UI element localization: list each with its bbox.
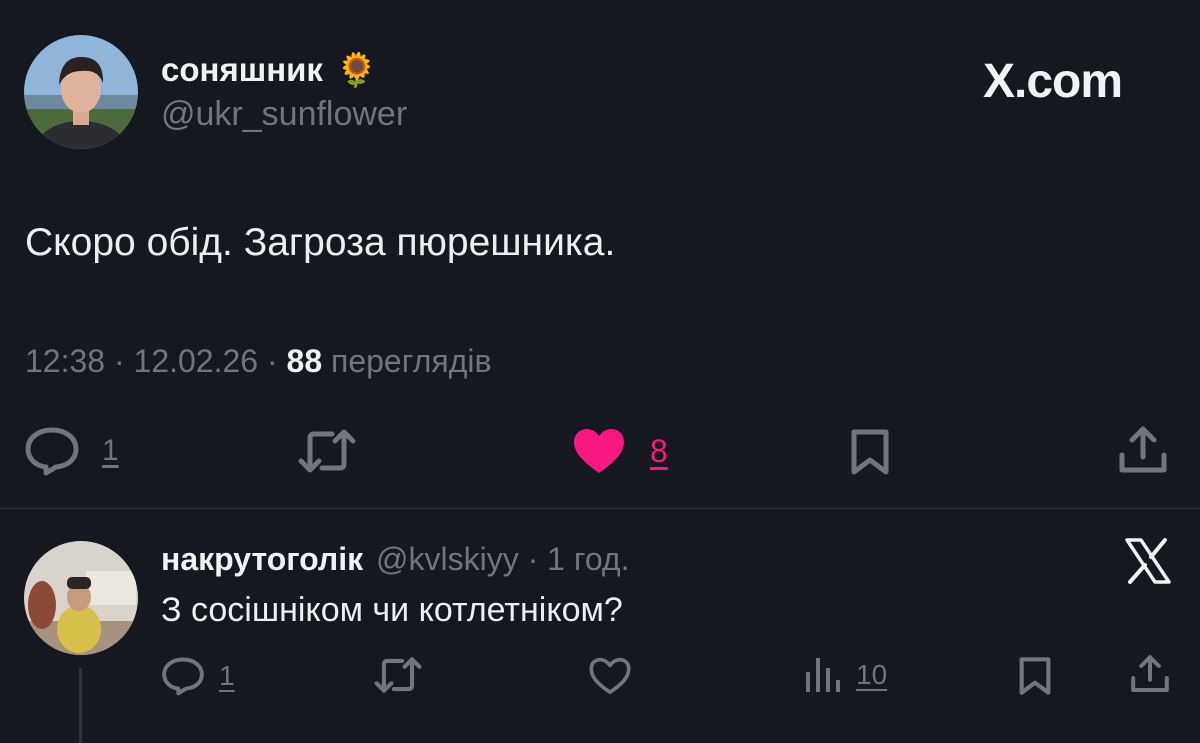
meta-separator: · (266, 343, 278, 379)
reply-button[interactable]: 1 (24, 426, 119, 476)
reply-views-button[interactable]: 10 (804, 656, 887, 694)
share-button[interactable] (1118, 425, 1168, 475)
views-label: переглядів (331, 343, 492, 379)
thread-line (79, 668, 82, 743)
reply-icon (162, 657, 204, 696)
reply-reply-button[interactable]: 1 (161, 656, 235, 696)
reply-time[interactable]: 1 год. (547, 541, 629, 577)
reply-bookmark-button[interactable] (1018, 656, 1052, 696)
meta-separator: · (113, 343, 125, 379)
author-display-name[interactable]: соняшник 🌻 (161, 52, 377, 88)
views-count[interactable]: 88 (287, 343, 323, 379)
close-button[interactable] (1124, 538, 1172, 589)
meta-separator: · (527, 541, 539, 577)
tweet-text: Скоро обід. Загроза пюрешника. (25, 221, 616, 264)
reply-header: накрутоголік @kvlskiyy · 1 год. (161, 539, 629, 579)
reply-reply-count: 1 (219, 660, 235, 691)
like-button[interactable]: 8 (572, 427, 668, 475)
reply-share-button[interactable] (1130, 654, 1170, 694)
analytics-icon (806, 658, 840, 692)
tweet-date[interactable]: 12.02.26 (134, 343, 259, 379)
x-logo-icon (1125, 538, 1171, 584)
tweet-time[interactable]: 12:38 (25, 343, 105, 379)
reply-count: 1 (102, 434, 119, 467)
tweet-meta: 12:38 · 12.02.26 · 88 переглядів (25, 341, 491, 381)
reply-repost-button[interactable] (374, 656, 422, 694)
heart-icon (574, 429, 624, 473)
heart-outline-icon (589, 657, 631, 695)
author-handle[interactable]: @ukr_sunflower (161, 95, 407, 133)
display-name-text: соняшник (161, 51, 323, 88)
author-avatar[interactable] (24, 35, 138, 149)
reply-views-count: 10 (856, 659, 888, 690)
reply-display-name[interactable]: накрутоголік (161, 541, 363, 577)
reply-like-button[interactable] (588, 656, 632, 696)
reply-handle[interactable]: @kvlskiyy (376, 541, 519, 577)
repost-icon (298, 429, 356, 473)
sunflower-emoji-icon: 🌻 (336, 50, 378, 89)
bookmark-icon (1019, 657, 1051, 695)
reply-author-avatar[interactable] (24, 541, 138, 655)
bookmark-button[interactable] (850, 428, 890, 476)
x-logo-text: X.com (983, 54, 1123, 108)
reply-icon (25, 427, 79, 476)
share-icon (1119, 426, 1167, 473)
thread-divider (0, 508, 1200, 509)
x-logo: X.com (983, 54, 1123, 108)
repost-button[interactable] (298, 428, 356, 474)
share-icon (1131, 655, 1169, 692)
like-count: 8 (650, 432, 668, 469)
repost-icon (374, 657, 422, 693)
bookmark-icon (851, 429, 889, 475)
reply-text: З сосішніком чи котлетніком? (161, 591, 623, 629)
